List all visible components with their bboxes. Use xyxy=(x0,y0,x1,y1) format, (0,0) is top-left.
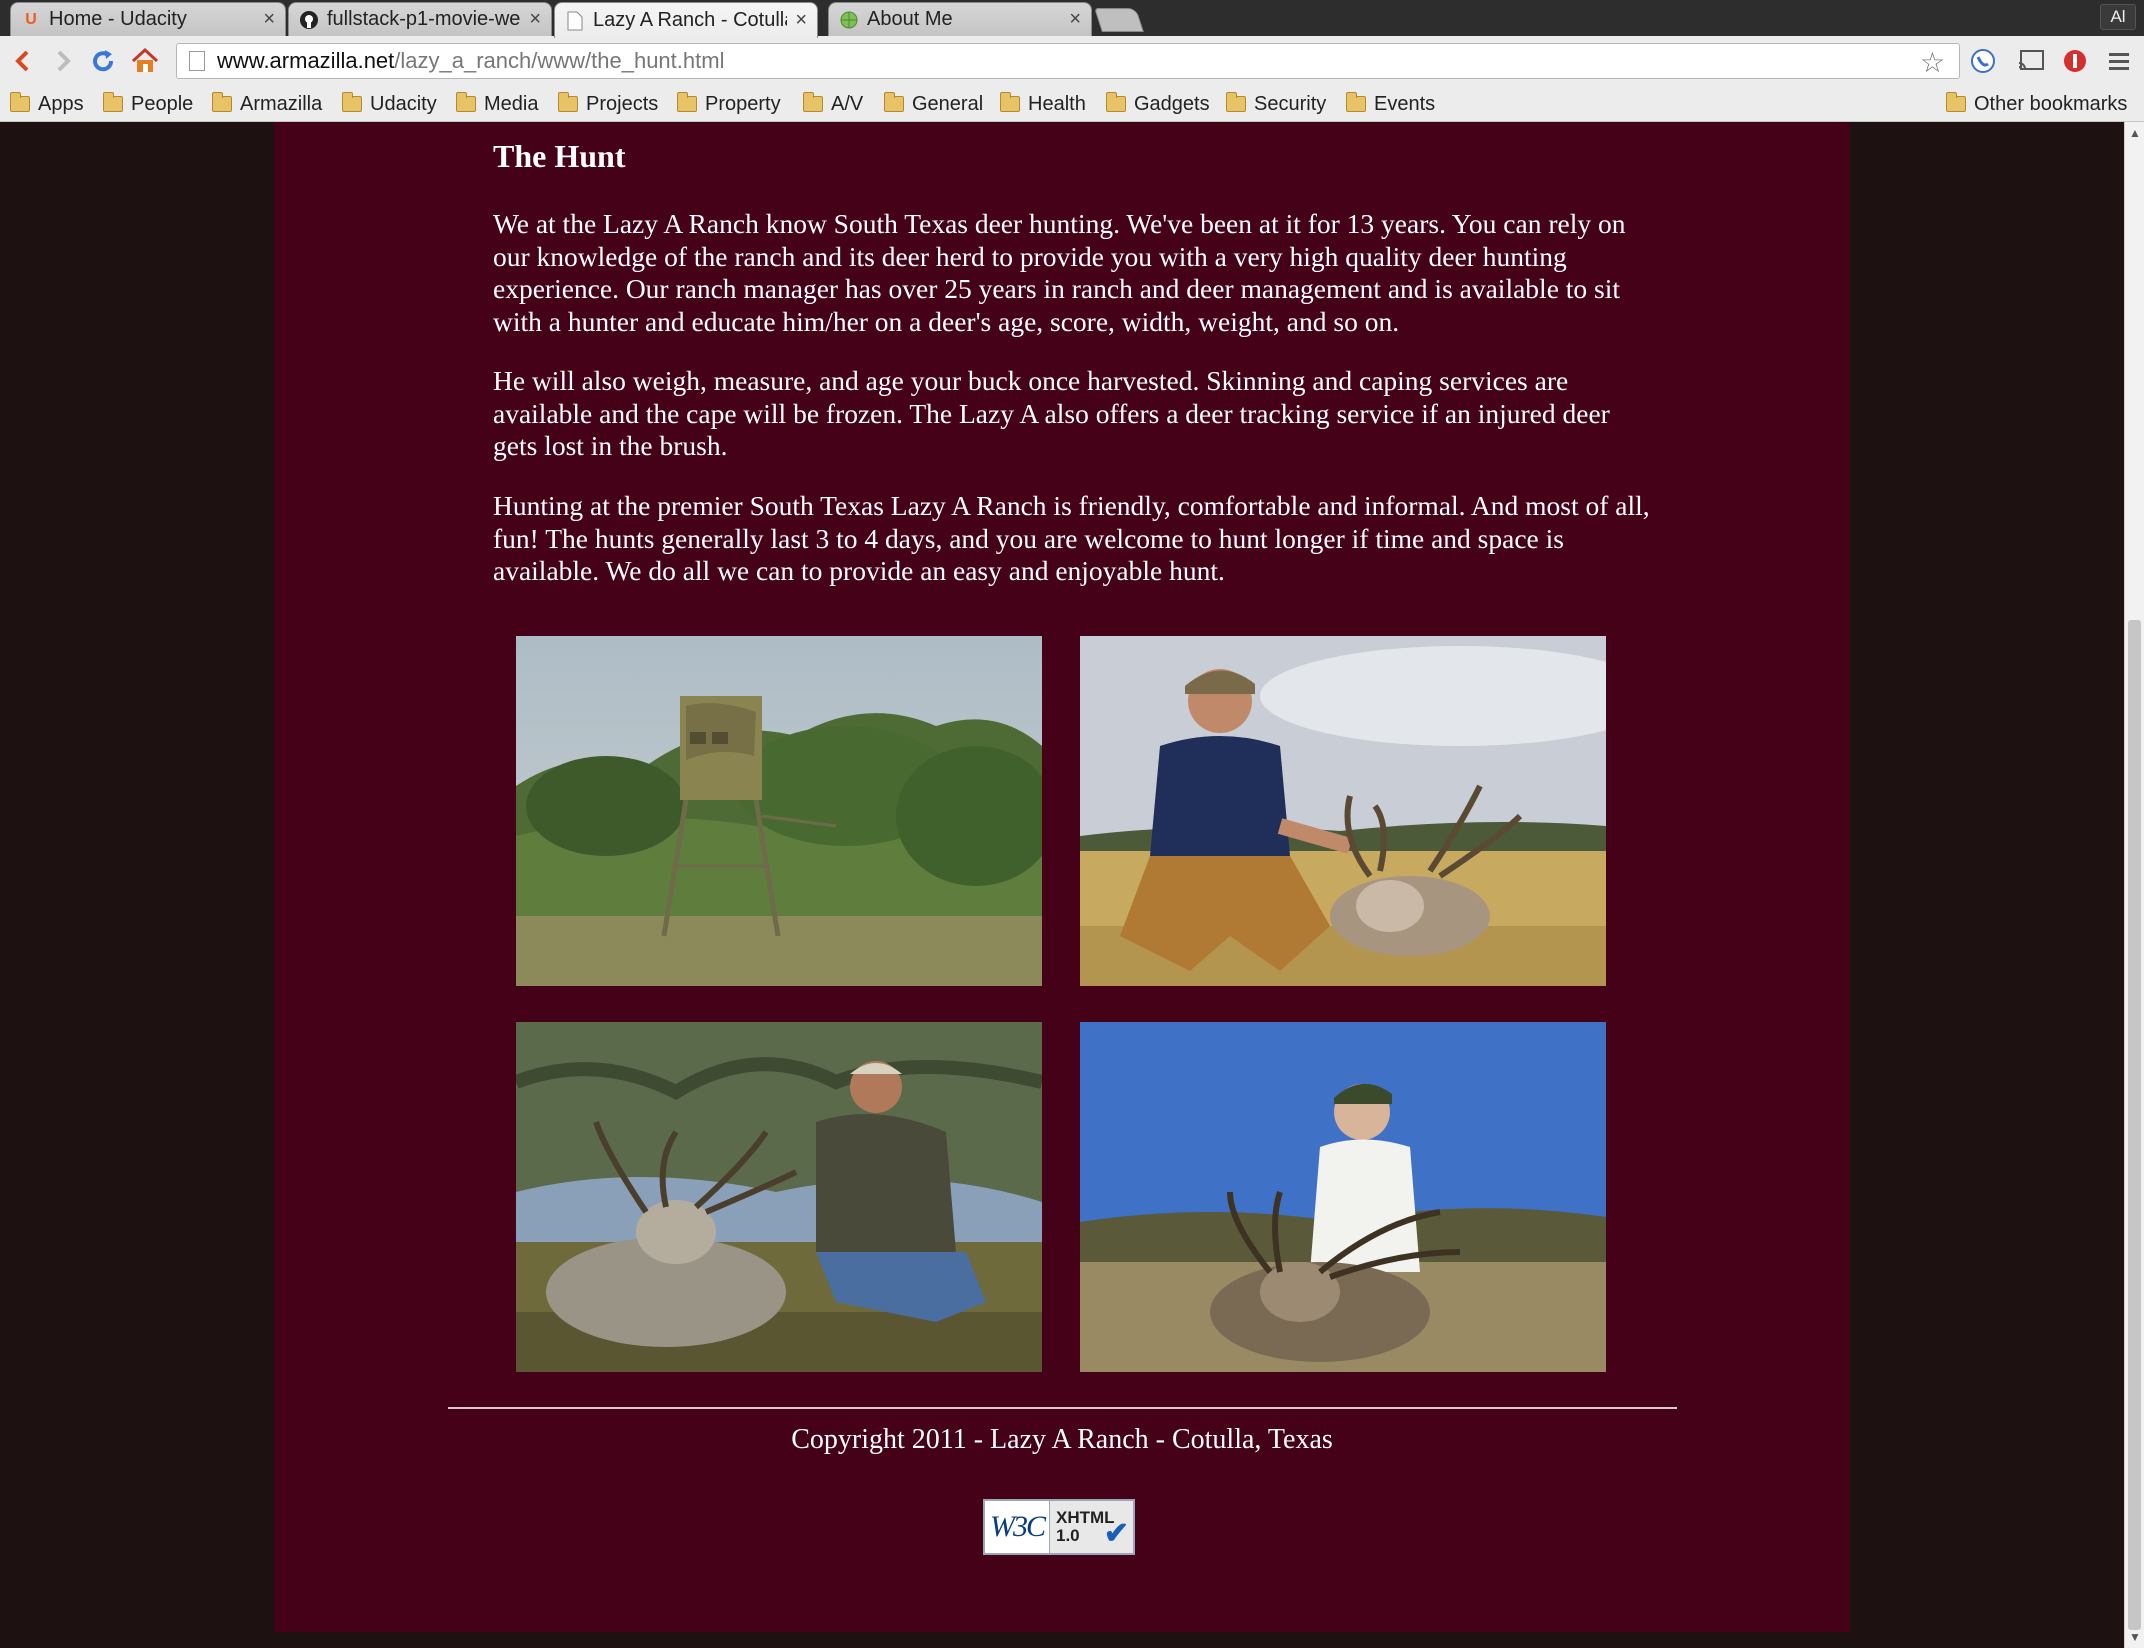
bookmark-other[interactable]: Other bookmarks xyxy=(1946,90,2127,118)
url-path: /lazy_a_ranch/www/the_hunt.html xyxy=(394,48,725,73)
tab-title: Home - Udacity xyxy=(49,8,187,30)
bookmark-label: General xyxy=(912,92,984,115)
content-column: The Hunt We at the Lazy A Ranch know Sou… xyxy=(274,122,1850,1632)
bookmark-projects[interactable]: Projects xyxy=(558,90,658,118)
folder-icon xyxy=(456,92,476,112)
hunter-with-buck-photo-2 xyxy=(516,1022,1042,1372)
bookmark-label: Other bookmarks xyxy=(1974,92,2128,115)
folder-icon xyxy=(1106,92,1126,112)
address-bar[interactable]: www.armazilla.net/lazy_a_ranch/www/the_h… xyxy=(176,43,1960,79)
hunter-with-buck-photo-1 xyxy=(1080,636,1606,986)
udacity-icon: U xyxy=(25,10,37,28)
scrollbar-thumb[interactable] xyxy=(2128,620,2141,1630)
bookmark-gadgets[interactable]: Gadgets xyxy=(1106,90,1210,118)
bookmark-apps[interactable]: Apps xyxy=(10,90,84,118)
globe-icon xyxy=(839,10,859,30)
tab-about-me[interactable]: About Me × xyxy=(828,2,1092,36)
bookmark-label: A/V xyxy=(831,92,864,115)
footer-divider xyxy=(448,1407,1677,1409)
hunting-paragraph: Hunting at the premier South Texas Lazy … xyxy=(493,490,1650,586)
bookmark-av[interactable]: A/V xyxy=(803,90,863,118)
close-icon[interactable]: × xyxy=(795,9,807,32)
tab-title: Lazy A Ranch - Cotulla xyxy=(593,9,788,31)
folder-icon xyxy=(10,92,30,112)
bookmark-media[interactable]: Media xyxy=(456,90,538,118)
bookmark-label: Events xyxy=(1374,92,1436,115)
copyright-text: Copyright 2011 - Lazy A Ranch - Cotulla,… xyxy=(791,1424,1333,1455)
forward-arrow-icon[interactable] xyxy=(46,44,80,78)
tab-title: About Me xyxy=(867,8,953,30)
bookmark-label: Udacity xyxy=(370,92,437,115)
folder-icon xyxy=(677,92,697,112)
page-icon xyxy=(565,11,585,31)
bookmark-events[interactable]: Events xyxy=(1346,90,1435,118)
page-title: The Hunt xyxy=(493,138,626,174)
new-tab-button[interactable] xyxy=(1094,8,1144,32)
bookmark-label: Armazilla xyxy=(240,92,323,115)
scroll-down-arrow-icon[interactable]: ▼ xyxy=(2129,1630,2141,1644)
bookmark-security[interactable]: Security xyxy=(1226,90,1326,118)
scroll-up-arrow-icon[interactable]: ▲ xyxy=(2129,126,2141,140)
folder-icon xyxy=(1346,92,1366,112)
checkmark-icon: ✔ xyxy=(1103,1517,1129,1550)
bookmark-general[interactable]: General xyxy=(884,90,983,118)
folder-icon xyxy=(342,92,362,112)
profile-button[interactable]: Al xyxy=(2100,4,2136,30)
young-hunter-with-buck-photo xyxy=(1080,1022,1606,1372)
github-icon xyxy=(299,10,319,30)
back-arrow-icon[interactable] xyxy=(6,44,40,78)
tab-title: fullstack-p1-movie-we xyxy=(327,8,521,30)
services-paragraph: He will also weigh, measure, and age you… xyxy=(493,365,1610,461)
folder-icon xyxy=(1000,92,1020,112)
bookmark-udacity[interactable]: Udacity xyxy=(342,90,437,118)
folder-icon xyxy=(558,92,578,112)
vertical-scrollbar[interactable]: ▲ ▼ xyxy=(2124,122,2144,1648)
tab-github[interactable]: fullstack-p1-movie-we × xyxy=(288,2,552,36)
url-host: www.armazilla.net xyxy=(217,48,395,73)
page-viewport: The Hunt We at the Lazy A Ranch know Sou… xyxy=(0,122,2124,1648)
w3c-logo: W3C xyxy=(990,1510,1046,1543)
browser-toolbar: www.armazilla.net/lazy_a_ranch/www/the_h… xyxy=(0,36,2144,86)
bookmark-armazilla[interactable]: Armazilla xyxy=(212,90,322,118)
bookmark-label: Gadgets xyxy=(1134,92,1210,115)
extension-phone-icon[interactable] xyxy=(1968,46,1998,76)
page-info-icon[interactable] xyxy=(189,51,205,71)
bookmark-health[interactable]: Health xyxy=(1000,90,1086,118)
home-icon[interactable] xyxy=(128,44,162,78)
close-icon[interactable]: × xyxy=(1069,8,1081,31)
intro-paragraph: We at the Lazy A Ranch know South Texas … xyxy=(493,208,1626,337)
close-icon[interactable]: × xyxy=(263,8,275,31)
bookmark-property[interactable]: Property xyxy=(677,90,781,118)
bookmark-label: Property xyxy=(705,92,781,115)
menu-icon[interactable] xyxy=(2104,46,2134,76)
cast-icon[interactable] xyxy=(2016,46,2046,76)
bookmark-label: Media xyxy=(484,92,539,115)
tab-strip: U Home - Udacity × fullstack-p1-movie-we… xyxy=(0,0,2144,38)
folder-icon xyxy=(1226,92,1246,112)
bookmark-label: Security xyxy=(1254,92,1327,115)
folder-icon xyxy=(884,92,904,112)
bookmarks-bar: Apps People Armazilla Udacity Media Proj… xyxy=(0,86,2144,122)
folder-icon xyxy=(1946,92,1966,112)
close-icon[interactable]: × xyxy=(529,8,541,31)
extension-shield-icon[interactable] xyxy=(2060,46,2090,76)
folder-icon xyxy=(103,92,123,112)
xhtml-label: XHTML 1.0 ✔ xyxy=(1049,1501,1133,1553)
reload-icon[interactable] xyxy=(86,44,120,78)
tab-lazy-a-ranch[interactable]: Lazy A Ranch - Cotulla × xyxy=(554,2,818,38)
bookmark-people[interactable]: People xyxy=(103,90,193,118)
folder-icon xyxy=(212,92,232,112)
bookmark-label: Health xyxy=(1028,92,1086,115)
bookmark-label: Projects xyxy=(586,92,659,115)
hunting-blind-photo xyxy=(516,636,1042,986)
bookmark-label: People xyxy=(131,92,194,115)
w3c-xhtml-valid-badge[interactable]: W3C XHTML 1.0 ✔ xyxy=(983,1499,1135,1555)
bookmark-label: Apps xyxy=(38,92,84,115)
tab-udacity[interactable]: U Home - Udacity × xyxy=(10,2,286,36)
bookmark-star-icon[interactable]: ☆ xyxy=(1920,46,1945,79)
folder-icon xyxy=(803,92,823,112)
